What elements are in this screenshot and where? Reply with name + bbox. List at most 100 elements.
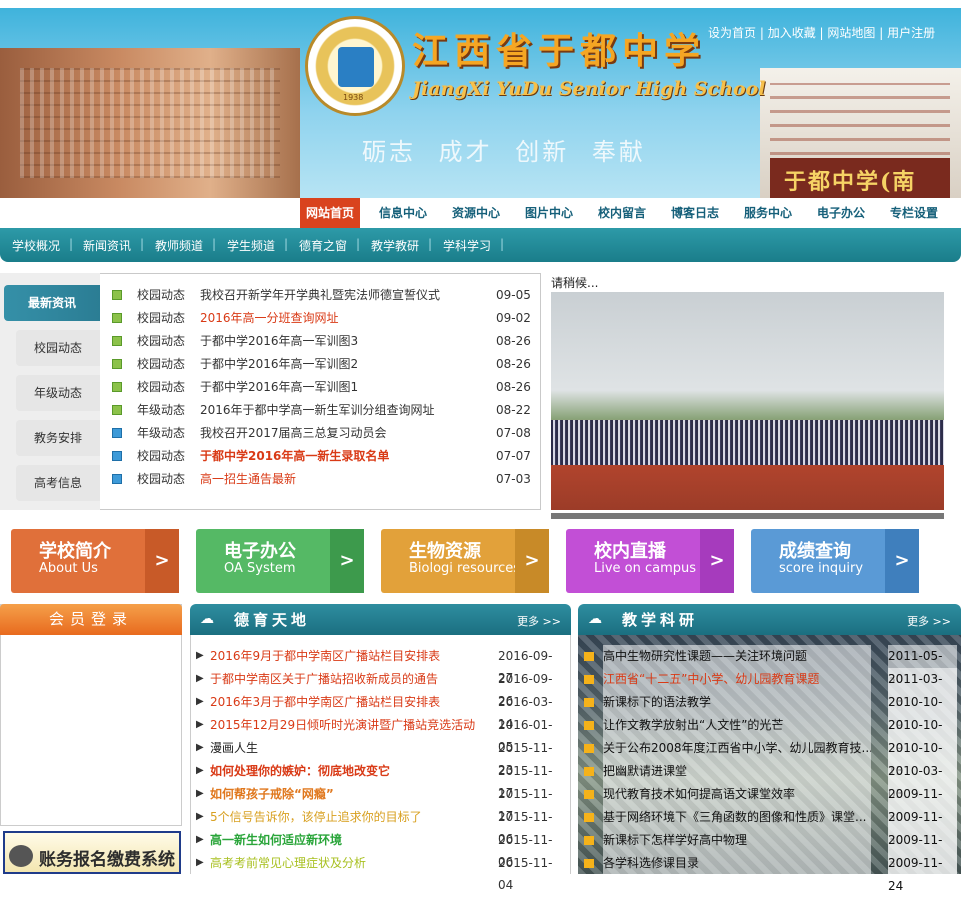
news-category[interactable]: 校园动态 [137, 354, 185, 374]
nav-message-board[interactable]: 校内留言 [598, 198, 646, 228]
news-title[interactable]: 我校召开2017届高三总复习动员会 [200, 423, 387, 443]
subnav-school-overview[interactable]: 学校概况 [12, 237, 60, 254]
news-title[interactable]: 高一招生通告最新 [200, 469, 296, 489]
nav-service-center[interactable]: 服务中心 [744, 198, 792, 228]
tab-latest-news[interactable]: 最新资讯 [4, 285, 100, 321]
research-item-title[interactable]: 现代教育技术如何提高语文课堂效率 [603, 783, 871, 806]
more-link[interactable]: 更多 >> [907, 613, 951, 629]
nav-picture-center[interactable]: 图片中心 [525, 198, 573, 228]
news-category[interactable]: 校园动态 [137, 285, 185, 305]
news-item[interactable]: 校园动态 高一招生通告最新 07-03 [112, 469, 532, 489]
about-us-button[interactable]: 学校简介 About Us > [11, 529, 179, 593]
news-item[interactable]: 校园动态 我校召开新学年开学典礼暨宪法师德宣誓仪式 09-05 [112, 285, 532, 305]
moral-list-item[interactable]: ▶ 高考考前常见心理症状及分析 2015-11-04 [196, 852, 566, 892]
bio-resources-button[interactable]: 生物资源 Biologi resources > [381, 529, 549, 593]
research-list-item[interactable]: 各学科选修课目录 2009-11-24 [582, 852, 957, 898]
research-item-title[interactable]: 关于公布2008年度江西省中小学、幼儿园教育技... [603, 737, 871, 760]
more-link[interactable]: 更多 >> [517, 613, 561, 629]
moral-list-item[interactable]: ▶ 漫画人生 2015-11-23 [196, 737, 566, 777]
news-title[interactable]: 于都中学2016年高一军训图1 [200, 377, 358, 397]
moral-item-title[interactable]: 高考考前常见心理症状及分析 [210, 852, 366, 874]
news-item[interactable]: 校园动态 于都中学2016年高一军训图3 08-26 [112, 331, 532, 351]
subnav-subject-study[interactable]: 学科学习 [443, 237, 491, 254]
payment-system-banner[interactable]: 账务报名缴费系统 [3, 831, 181, 874]
tab-grade-news[interactable]: 年级动态 [16, 375, 100, 411]
set-homepage-link[interactable]: 设为首页 [708, 26, 756, 40]
moral-list-item[interactable]: ▶ 如何帮孩子戒除“网瘾” 2015-11-17 [196, 783, 566, 823]
tab-gaokao-info[interactable]: 高考信息 [16, 465, 100, 501]
moral-list-item[interactable]: ▶ 如何处理你的嫉妒：彻底地改变它 2015-11-17 [196, 760, 566, 800]
research-list-item[interactable]: 基于网络环境下《三角函数的图像和性质》课堂...2009-11-30 [582, 806, 957, 852]
research-item-title[interactable]: 高中生物研究性课题——关注环境问题 [603, 645, 871, 668]
research-item-title[interactable]: 新课标下怎样学好高中物理 [603, 829, 871, 852]
tab-campus-news[interactable]: 校园动态 [16, 330, 100, 366]
news-category[interactable]: 校园动态 [137, 377, 185, 397]
research-list-item[interactable]: 现代教育技术如何提高语文课堂效率2009-11-30 [582, 783, 957, 829]
news-title[interactable]: 2016年于都中学高一新生军训分组查询网址 [200, 400, 435, 420]
moral-list-item[interactable]: ▶ 2016年9月于都中学南区广播站栏目安排表 2016-09-27 [196, 645, 566, 685]
news-item[interactable]: 年级动态 2016年于都中学高一新生军训分组查询网址 08-22 [112, 400, 532, 420]
subnav-news[interactable]: 新闻资讯 [83, 237, 131, 254]
news-item[interactable]: 校园动态 于都中学2016年高一新生录取名单 07-07 [112, 446, 532, 466]
nav-e-office[interactable]: 电子办公 [817, 198, 865, 228]
research-list-item[interactable]: 江西省“十二五”中小学、幼儿园教育课题2011-03-23 [582, 668, 957, 714]
research-item-title[interactable]: 基于网络环境下《三角函数的图像和性质》课堂... [603, 806, 871, 829]
nav-column-settings[interactable]: 专栏设置 [890, 198, 938, 228]
news-item[interactable]: 年级动态 我校召开2017届高三总复习动员会 07-08 [112, 423, 532, 443]
research-item-title[interactable]: 江西省“十二五”中小学、幼儿园教育课题 [603, 668, 871, 691]
news-item[interactable]: 校园动态 2016年高一分班查询网址 09-02 [112, 308, 532, 328]
research-item-title[interactable]: 各学科选修课目录 [603, 852, 871, 875]
research-list-item[interactable]: 关于公布2008年度江西省中小学、幼儿园教育技...2010-10-13 [582, 737, 957, 783]
research-item-title[interactable]: 让作文教学放射出“人文性”的光芒 [603, 714, 871, 737]
news-title[interactable]: 我校召开新学年开学典礼暨宪法师德宣誓仪式 [200, 285, 440, 305]
news-item[interactable]: 校园动态 于都中学2016年高一军训图1 08-26 [112, 377, 532, 397]
moral-item-title[interactable]: 如何帮孩子戒除“网瘾” [210, 783, 334, 805]
add-favorite-link[interactable]: 加入收藏 [768, 26, 816, 40]
moral-list-item[interactable]: ▶ 高一新生如何适应新环境 2015-11-06 [196, 829, 566, 869]
news-title[interactable]: 于都中学2016年高一军训图3 [200, 331, 358, 351]
subnav-teachers[interactable]: 教师频道 [155, 237, 203, 254]
live-campus-button[interactable]: 校内直播 Live on campus > [566, 529, 734, 593]
research-list-item[interactable]: 高中生物研究性课题——关注环境问题2011-05-30 [582, 645, 957, 691]
news-item[interactable]: 校园动态 于都中学2016年高一军训图2 08-26 [112, 354, 532, 374]
research-list-item[interactable]: 新课标下的语法教学2010-10-29 [582, 691, 957, 737]
news-category[interactable]: 年级动态 [137, 423, 185, 443]
news-title[interactable]: 于都中学2016年高一新生录取名单 [200, 446, 389, 466]
news-title[interactable]: 于都中学2016年高一军训图2 [200, 354, 358, 374]
news-category[interactable]: 校园动态 [137, 469, 185, 489]
research-list-item[interactable]: 把幽默请进课堂2010-03-03 [582, 760, 957, 806]
nav-home[interactable]: 网站首页 [300, 198, 361, 228]
nav-blog[interactable]: 博客日志 [671, 198, 719, 228]
moral-item-title[interactable]: 于都中学南区关于广播站招收新成员的通告 [210, 668, 438, 690]
research-list-item[interactable]: 让作文教学放射出“人文性”的光芒2010-10-29 [582, 714, 957, 760]
sitemap-link[interactable]: 网站地图 [827, 26, 875, 40]
slideshow-photo[interactable] [551, 292, 944, 510]
research-item-title[interactable]: 把幽默请进课堂 [603, 760, 871, 783]
tab-academic-affairs[interactable]: 教务安排 [16, 420, 100, 456]
news-category[interactable]: 校园动态 [137, 331, 185, 351]
moral-item-title[interactable]: 漫画人生 [210, 737, 258, 759]
nav-resource-center[interactable]: 资源中心 [452, 198, 500, 228]
moral-item-title[interactable]: 2016年9月于都中学南区广播站栏目安排表 [210, 645, 440, 667]
moral-list-item[interactable]: ▶ 于都中学南区关于广播站招收新成员的通告 2016-09-26 [196, 668, 566, 708]
moral-list-item[interactable]: ▶ 2016年3月于都中学南区广播站栏目安排表 2016-03-14 [196, 691, 566, 731]
research-item-title[interactable]: 新课标下的语法教学 [603, 691, 871, 714]
moral-item-title[interactable]: 高一新生如何适应新环境 [210, 829, 342, 851]
subnav-students[interactable]: 学生频道 [227, 237, 275, 254]
news-category[interactable]: 校园动态 [137, 446, 185, 466]
subnav-teaching-research[interactable]: 教学教研 [371, 237, 419, 254]
score-inquiry-button[interactable]: 成绩查询 score inquiry > [751, 529, 919, 593]
news-category[interactable]: 年级动态 [137, 400, 185, 420]
moral-item-title[interactable]: 2016年3月于都中学南区广播站栏目安排表 [210, 691, 440, 713]
research-list-item[interactable]: 新课标下怎样学好高中物理2009-11-30 [582, 829, 957, 875]
moral-item-title[interactable]: 2015年12月29日倾听时光演讲暨广播站竞选活动 [210, 714, 475, 736]
moral-item-title[interactable]: 如何处理你的嫉妒：彻底地改变它 [210, 760, 390, 782]
news-title[interactable]: 2016年高一分班查询网址 [200, 308, 339, 328]
moral-item-title[interactable]: 5个信号告诉你，该停止追求你的目标了 [210, 806, 422, 828]
news-category[interactable]: 校园动态 [137, 308, 185, 328]
moral-list-item[interactable]: ▶ 2015年12月29日倾听时光演讲暨广播站竞选活动 2016-01-05 [196, 714, 566, 754]
nav-info-center[interactable]: 信息中心 [379, 198, 427, 228]
subnav-moral-window[interactable]: 德育之窗 [299, 237, 347, 254]
register-link[interactable]: 用户注册 [887, 26, 935, 40]
moral-list-item[interactable]: ▶ 5个信号告诉你，该停止追求你的目标了 2015-11-06 [196, 806, 566, 846]
